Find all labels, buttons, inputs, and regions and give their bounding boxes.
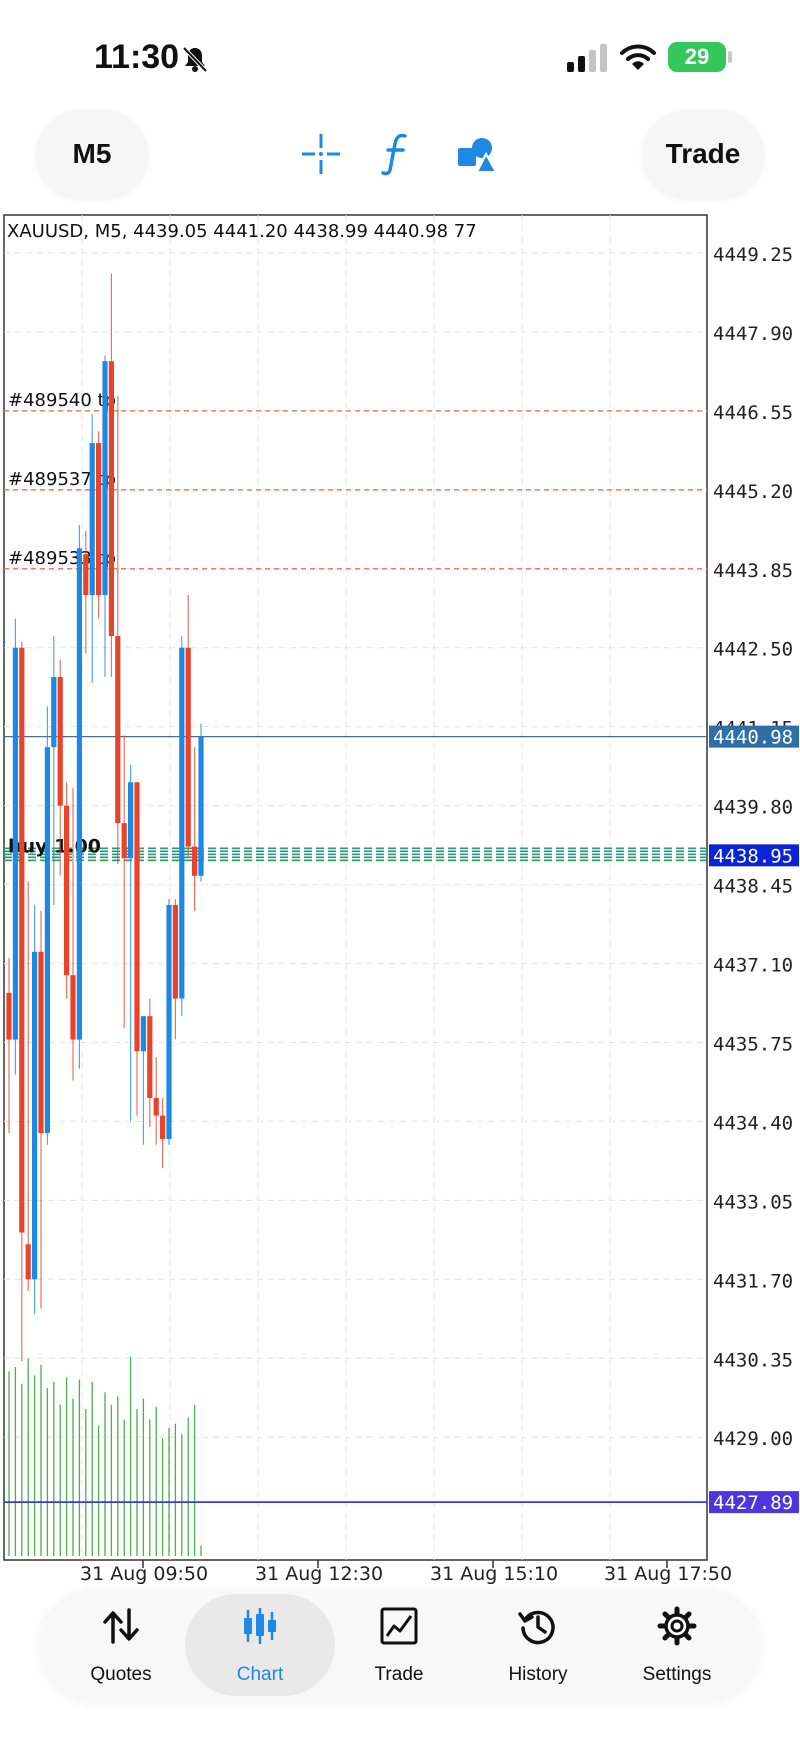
candle-body <box>19 647 25 1233</box>
candle-body <box>96 443 102 596</box>
candle-body <box>192 846 198 876</box>
candle-body <box>83 554 89 596</box>
candle-body <box>102 361 108 596</box>
candle-body <box>198 736 204 876</box>
candle-body <box>128 782 134 859</box>
tab-chart[interactable]: Chart <box>185 1594 335 1696</box>
price-tick-label: 4435.75 <box>713 1033 793 1055</box>
wifi-icon <box>620 44 656 70</box>
bid-price-tag: 4438.95 <box>713 845 793 867</box>
trade-button[interactable]: Trade <box>642 110 764 198</box>
timeframe-button[interactable]: M5 <box>36 110 148 198</box>
battery-cap <box>728 51 732 63</box>
candle-body <box>153 1098 159 1116</box>
candle-body <box>70 975 76 1040</box>
price-tick-label: 4429.00 <box>713 1428 793 1450</box>
price-tick-label: 4447.90 <box>713 323 793 345</box>
crosshair-icon[interactable] <box>301 132 341 176</box>
function-icon[interactable] <box>381 132 411 176</box>
candle-body <box>89 443 95 596</box>
time-tick-label: 31 Aug 12:30 <box>255 1563 383 1585</box>
silent-bell-icon <box>182 46 208 73</box>
candle-body <box>76 548 82 1040</box>
price-tick-label: 4446.55 <box>713 402 793 424</box>
price-tick-label: 4430.35 <box>713 1349 793 1371</box>
tab-trade-label: Trade <box>374 1664 424 1685</box>
price-tick-label: 4433.05 <box>713 1191 793 1213</box>
candle-body <box>51 676 57 748</box>
quotes-icon <box>103 1608 139 1644</box>
current-price-tag: 4440.98 <box>713 727 793 749</box>
candle-body <box>121 823 127 859</box>
candle-body <box>6 992 12 1040</box>
candle-body <box>160 1115 166 1139</box>
settings-icon <box>657 1606 697 1646</box>
time-tick-label: 31 Aug 17:50 <box>604 1563 732 1585</box>
candle-body <box>172 905 178 999</box>
chart-icon <box>244 1608 276 1644</box>
price-tick-label: 4449.25 <box>713 244 793 266</box>
tab-history-label: History <box>508 1664 568 1685</box>
price-chart[interactable]: 4449.25 4447.90 4446.55 4445.20 4443.85 4442.… <box>0 210 800 1590</box>
candle-body <box>25 1244 31 1280</box>
chart-canvas[interactable]: 4449.25 4447.90 4446.55 4445.20 4443.85 4442.… <box>0 210 800 1590</box>
candle-body <box>57 676 63 806</box>
candle-body <box>166 905 172 1139</box>
price-tick-label: 4438.45 <box>713 876 793 898</box>
candle-body <box>12 647 18 1040</box>
time-tick-label: 31 Aug 15:10 <box>430 1563 558 1585</box>
trade-icon <box>380 1607 418 1645</box>
tab-chart-label: Chart <box>236 1664 284 1685</box>
candle-body <box>147 1016 153 1099</box>
tab-history[interactable]: History <box>463 1594 613 1696</box>
candle-body <box>134 782 140 1052</box>
price-tick-label: 4442.50 <box>713 639 793 661</box>
price-tick-label: 4434.40 <box>713 1112 793 1134</box>
candle-body <box>115 636 121 824</box>
tab-quotes[interactable]: Quotes <box>46 1594 196 1696</box>
battery-indicator: 29 <box>668 42 726 72</box>
candle-body <box>38 951 44 1134</box>
candle-body <box>64 805 70 976</box>
signal-icon <box>567 44 607 72</box>
time-tick-label: 31 Aug 09:50 <box>80 1563 208 1585</box>
candle-body <box>44 747 50 1134</box>
history-icon <box>518 1610 555 1645</box>
price-tick-label: 4443.85 <box>713 560 793 582</box>
take-profit-label: #489540 tp <box>8 390 116 411</box>
tab-settings[interactable]: Settings <box>602 1594 752 1696</box>
alert-price-tag: 4427.89 <box>713 1492 793 1514</box>
price-tick-label: 4445.20 <box>713 481 793 503</box>
chart-toolbar: M5 Trade <box>0 110 800 210</box>
chart-header: XAUUSD, M5, 4439.05 4441.20 4438.99 4440… <box>7 221 477 242</box>
candle-body <box>32 951 38 1280</box>
candle-body <box>108 361 114 637</box>
price-tick-label: 4431.70 <box>713 1270 793 1292</box>
price-tick-label: 4439.80 <box>713 797 793 819</box>
status-time: 11:30 <box>94 38 180 76</box>
bottom-tab-bar: Quotes Chart Trade History Settings <box>38 1588 762 1702</box>
candle-body <box>179 647 185 999</box>
objects-icon[interactable] <box>456 132 498 176</box>
tab-trade[interactable]: Trade <box>324 1594 474 1696</box>
tab-quotes-label: Quotes <box>90 1664 152 1685</box>
price-tick-label: 4437.10 <box>713 955 793 977</box>
tab-settings-label: Settings <box>642 1664 712 1685</box>
candle-body <box>140 1016 146 1052</box>
candle-body <box>185 647 191 847</box>
status-bar: 11:30 29 <box>0 0 800 110</box>
